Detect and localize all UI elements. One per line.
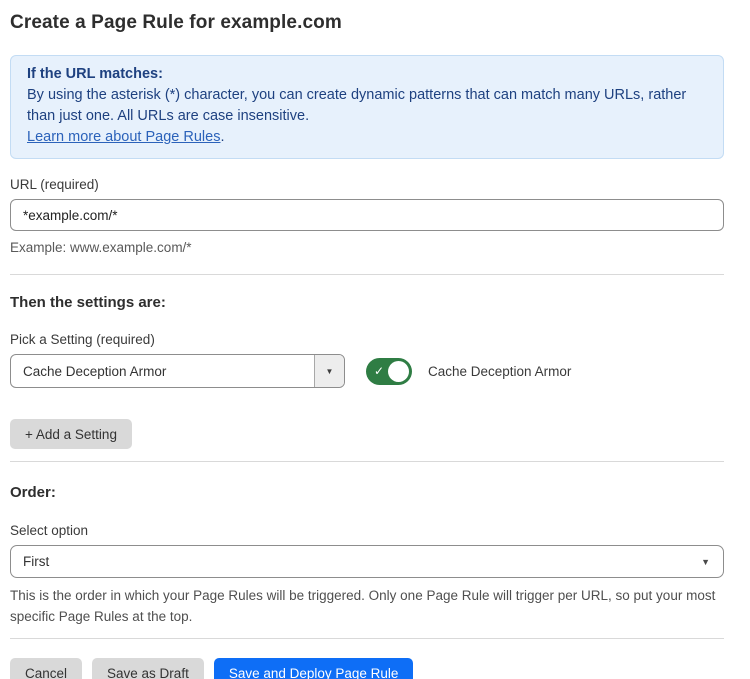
page-title: Create a Page Rule for example.com xyxy=(10,12,724,34)
save-and-deploy-button[interactable]: Save and Deploy Page Rule xyxy=(214,658,414,679)
divider xyxy=(10,274,724,275)
order-section-heading: Order: xyxy=(10,484,724,501)
divider xyxy=(10,638,724,639)
settings-section-heading: Then the settings are: xyxy=(10,294,724,311)
info-box-link-line: Learn more about Page Rules. xyxy=(27,127,707,148)
check-icon: ✓ xyxy=(374,364,384,378)
setting-select-arrow-button[interactable]: ▼ xyxy=(314,355,344,387)
save-as-draft-button[interactable]: Save as Draft xyxy=(92,658,204,679)
pick-setting-label: Pick a Setting (required) xyxy=(10,332,724,347)
info-box-heading: If the URL matches: xyxy=(27,64,707,85)
page-rule-form: Create a Page Rule for example.com If th… xyxy=(0,0,750,679)
order-select-value: First xyxy=(11,554,701,569)
learn-more-link[interactable]: Learn more about Page Rules xyxy=(27,129,220,145)
url-input[interactable] xyxy=(10,199,724,231)
url-match-info-box: If the URL matches: By using the asteris… xyxy=(10,55,724,159)
order-select[interactable]: First ▼ xyxy=(10,545,724,578)
setting-toggle[interactable]: ✓ xyxy=(366,358,412,385)
footer-actions: Cancel Save as Draft Save and Deploy Pag… xyxy=(10,658,724,679)
info-box-body: By using the asterisk (*) character, you… xyxy=(27,85,707,127)
toggle-knob xyxy=(388,361,409,382)
chevron-down-icon: ▼ xyxy=(326,367,334,376)
url-label: URL (required) xyxy=(10,177,724,192)
link-period: . xyxy=(220,129,224,145)
setting-select[interactable]: Cache Deception Armor ▼ xyxy=(10,354,345,388)
add-setting-button[interactable]: + Add a Setting xyxy=(10,419,132,449)
divider xyxy=(10,461,724,462)
setting-select-value: Cache Deception Armor xyxy=(11,355,314,387)
chevron-down-icon: ▼ xyxy=(701,557,723,567)
order-helper-text: This is the order in which your Page Rul… xyxy=(10,585,724,627)
setting-row: Cache Deception Armor ▼ ✓ Cache Deceptio… xyxy=(10,354,724,388)
cancel-button[interactable]: Cancel xyxy=(10,658,82,679)
url-example-helper: Example: www.example.com/* xyxy=(10,238,724,258)
setting-toggle-label: Cache Deception Armor xyxy=(428,364,571,379)
order-select-label: Select option xyxy=(10,523,724,538)
